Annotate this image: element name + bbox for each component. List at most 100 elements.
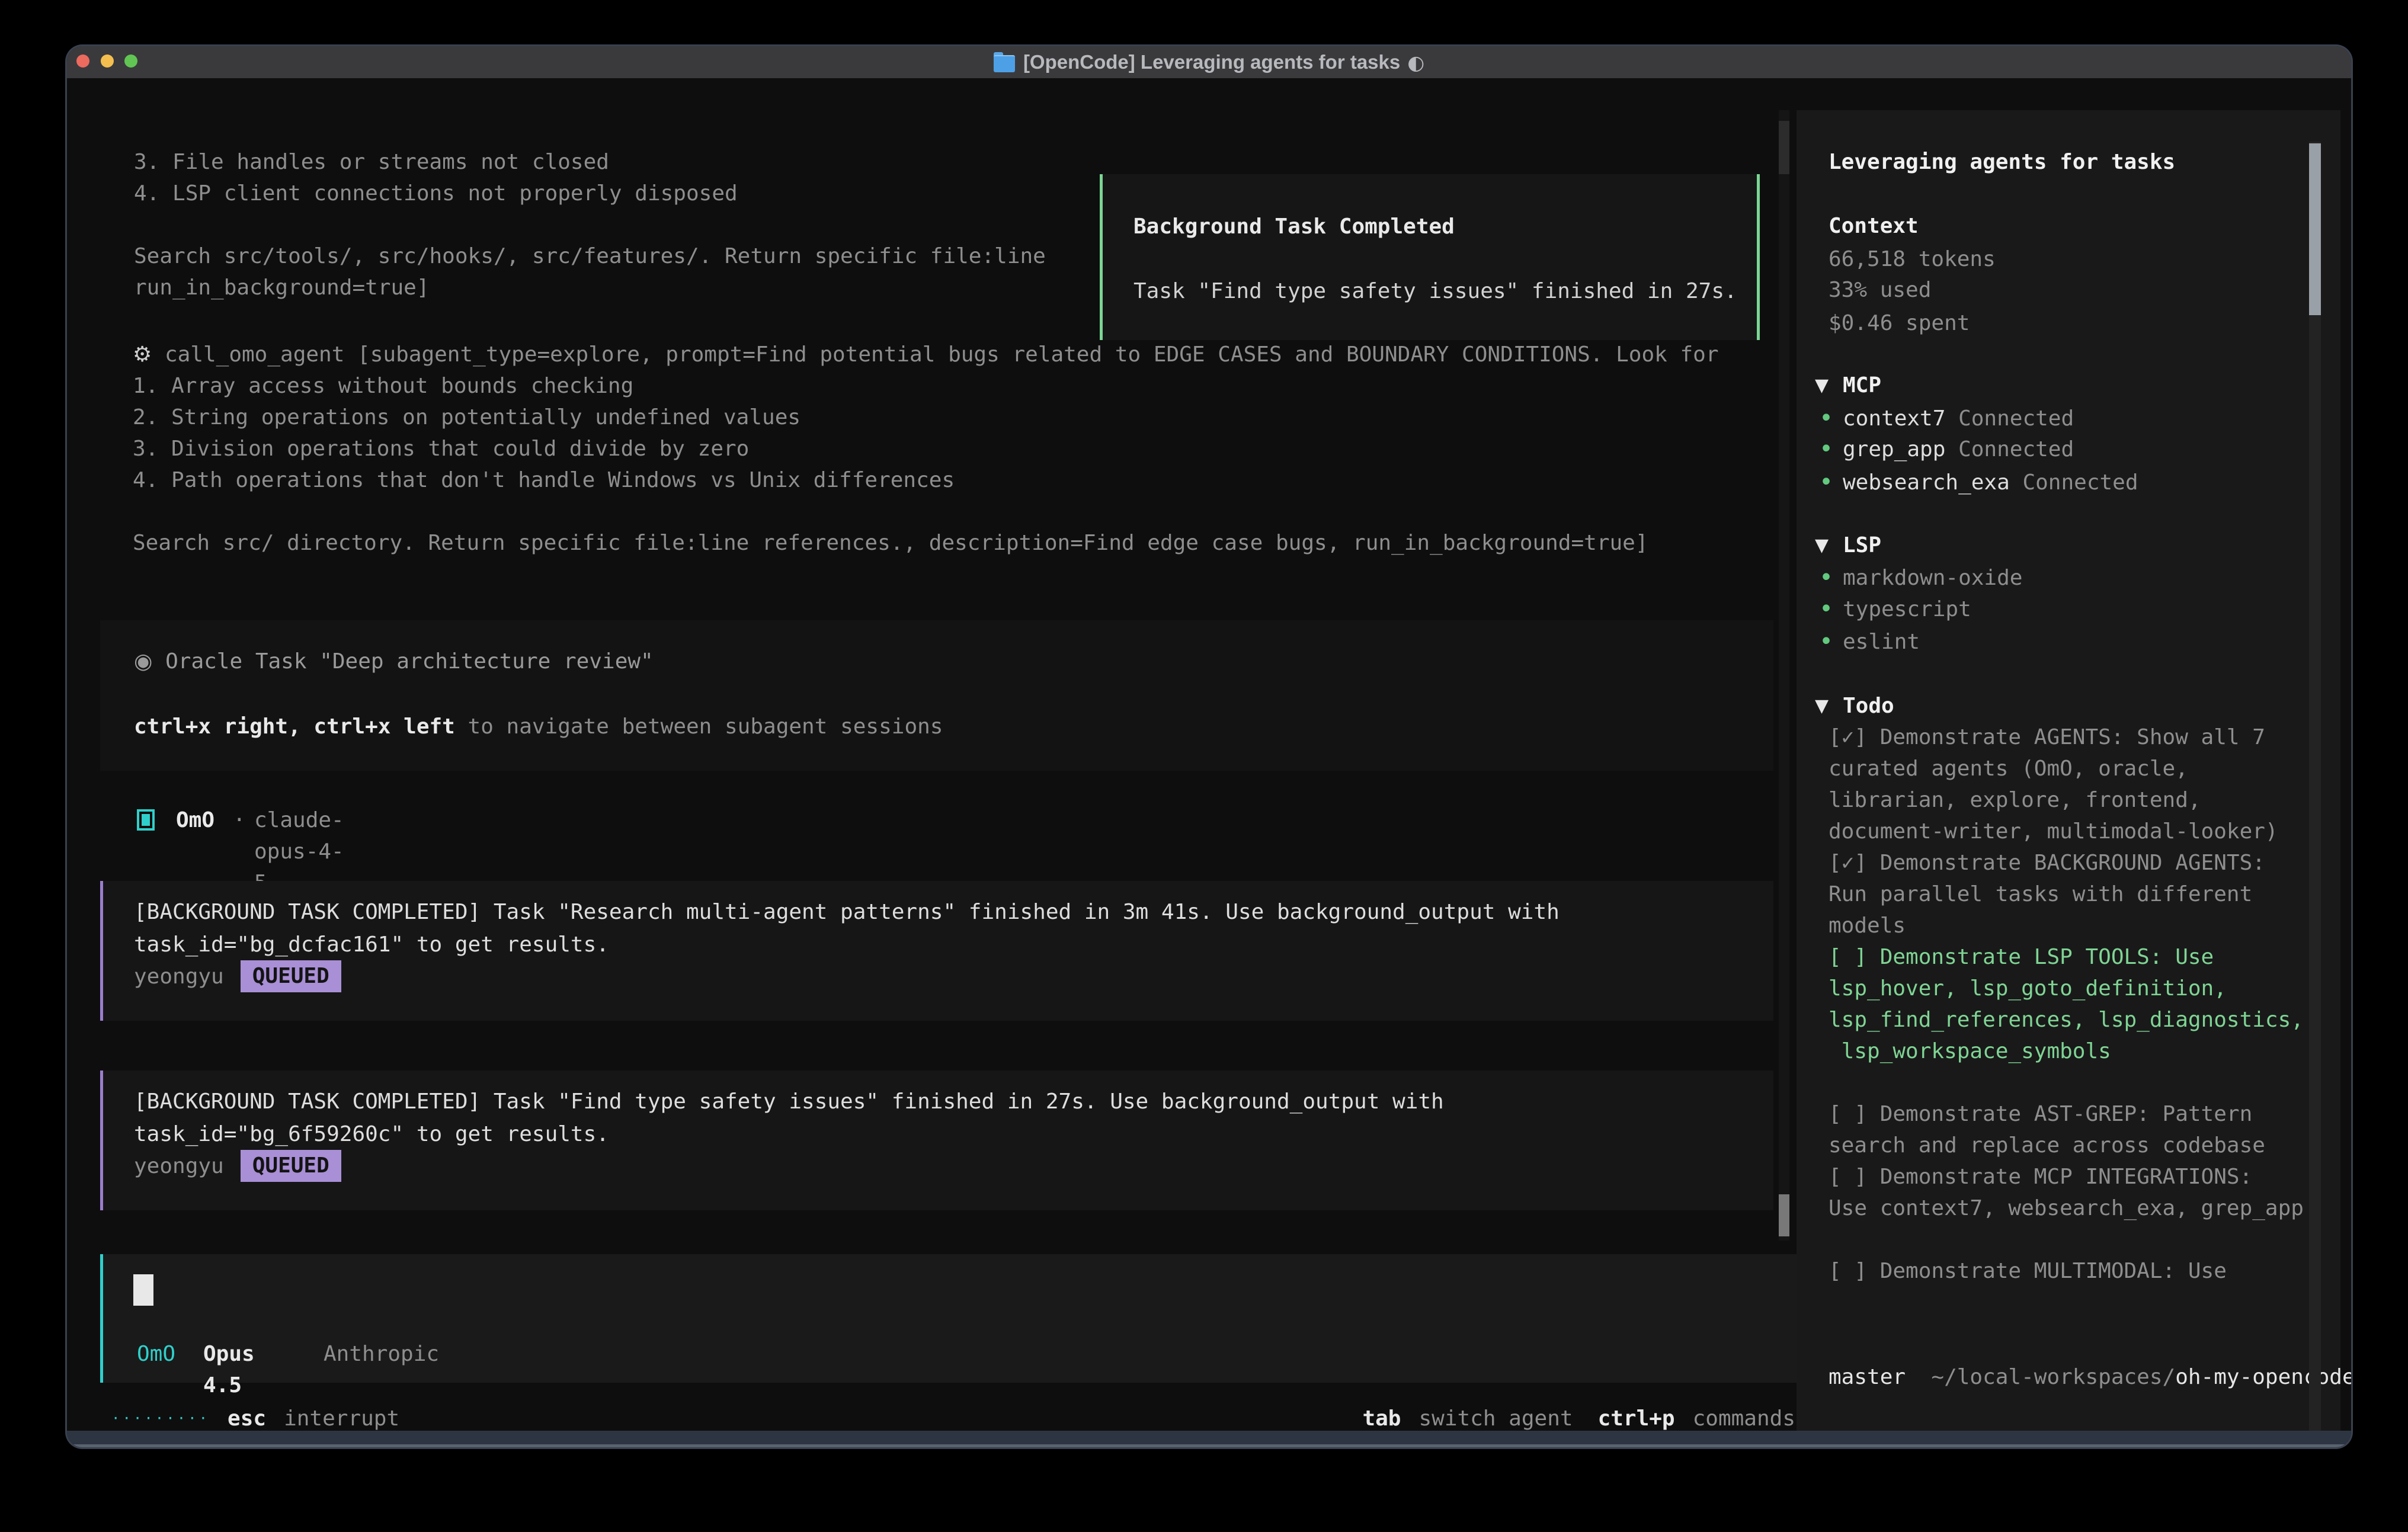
- todo-line: [✓] Demonstrate AGENTS: Show all 7: [1829, 722, 2265, 753]
- status-badge: QUEUED: [241, 1150, 341, 1182]
- background-task-message: [BACKGROUND TASK COMPLETED] Task "Resear…: [100, 881, 1773, 1021]
- oracle-task-title: Oracle Task "Deep architecture review": [165, 649, 654, 674]
- prompt-input[interactable]: OmO Opus 4.5 Anthropic: [100, 1254, 1798, 1383]
- mcp-heading: MCP: [1843, 370, 1881, 401]
- todo-line: document-writer, multimodal-looker): [1829, 816, 2278, 847]
- folder-icon: [994, 55, 1015, 71]
- bullet-icon: •: [1819, 403, 1831, 434]
- app-window: [OpenCode] Leveraging agents for tasks ◐…: [67, 46, 2351, 1447]
- todo-line: models: [1829, 910, 1906, 941]
- oracle-task-box: ◉ Oracle Task "Deep architecture review"…: [100, 620, 1773, 771]
- todo-line: [✓] Demonstrate BACKGROUND AGENTS:: [1829, 847, 2265, 879]
- workspace-path-prefix: ~/local-workspaces/: [1931, 1365, 2175, 1389]
- separator-dot: ·: [233, 805, 246, 836]
- mcp-item-name: grep_app: [1843, 437, 1945, 461]
- tab-key-hint: tab: [1362, 1403, 1401, 1434]
- lsp-item: markdown-oxide: [1843, 562, 2022, 594]
- chevron-down-icon[interactable]: ▼: [1815, 690, 1839, 722]
- context-used: 33% used: [1829, 274, 1931, 306]
- todo-heading: Todo: [1843, 690, 1894, 722]
- chat-line: 4. LSP client connections not properly d…: [134, 178, 1046, 209]
- todo-line: lsp_find_references, lsp_diagnostics,: [1829, 1004, 2304, 1036]
- mcp-item-name: context7: [1843, 406, 1945, 431]
- scrollbar-thumb[interactable]: [2309, 143, 2321, 315]
- window-titlebar: [OpenCode] Leveraging agents for tasks ◐: [67, 46, 2351, 78]
- oracle-hint-keys: ctrl+x right, ctrl+x left: [134, 714, 455, 739]
- session-sidebar: Leveraging agents for tasks Context 66,5…: [1797, 110, 2340, 1447]
- mcp-item-name: websearch_exa: [1843, 470, 2010, 495]
- context-spent: $0.46 spent: [1829, 307, 1970, 339]
- chat-scrollbar[interactable]: [1779, 110, 1789, 1241]
- todo-line: librarian, explore, frontend,: [1829, 784, 2201, 816]
- close-button[interactable]: [76, 55, 89, 68]
- tab-key-label: switch agent: [1418, 1403, 1573, 1434]
- background-task-message: [BACKGROUND TASK COMPLETED] Task "Find t…: [100, 1071, 1773, 1210]
- window-bottom-bezel: [67, 1431, 2351, 1447]
- input-agent-label: OmO: [137, 1338, 175, 1370]
- message-author: yeongyu: [134, 961, 224, 992]
- chat-line: Search src/tools/, src/hooks/, src/featu…: [134, 241, 1046, 272]
- chat-line: run_in_background=true]: [134, 272, 1046, 303]
- tool-call-line: 1. Array access without bounds checking: [133, 370, 1719, 402]
- tool-call-line: 3. Division operations that could divide…: [133, 433, 1719, 464]
- bullet-icon: •: [1819, 626, 1831, 658]
- mcp-item-status: Connected: [1958, 437, 2074, 461]
- lsp-item: eslint: [1843, 626, 1920, 658]
- bullet-icon: •: [1819, 594, 1831, 625]
- tool-call-line: Search src/ directory. Return specific f…: [133, 527, 1719, 559]
- scrollbar-thumb[interactable]: [1779, 121, 1789, 174]
- message-line: task_id="bg_dcfac161" to get results.: [134, 929, 609, 960]
- bullet-icon: •: [1819, 562, 1831, 594]
- todo-line: curated agents (OmO, oracle,: [1829, 753, 2188, 784]
- text-cursor: [133, 1274, 153, 1306]
- bullet-icon: •: [1819, 467, 1831, 498]
- todo-line: lsp_hover, lsp_goto_definition,: [1829, 973, 2227, 1004]
- zoom-button[interactable]: [124, 55, 137, 68]
- spinner-dots-icon: ·········: [111, 1403, 210, 1434]
- lsp-heading: LSP: [1843, 530, 1881, 561]
- chat-history-top: 3. File handles or streams not closed 4.…: [134, 146, 1046, 303]
- agent-name: OmO: [176, 805, 214, 836]
- progress-glyph-icon: ◐: [1407, 51, 1424, 74]
- message-line: [BACKGROUND TASK COMPLETED] Task "Find t…: [134, 1086, 1444, 1117]
- workspace-branch: master: [1829, 1361, 1906, 1393]
- agent-square-icon: [137, 809, 155, 831]
- workspace-repo: oh-my-opencode:: [2175, 1365, 2351, 1389]
- chevron-down-icon[interactable]: ▼: [1815, 530, 1839, 561]
- todo-line: search and replace across codebase: [1829, 1130, 2265, 1161]
- ctrlp-key-hint: ctrl+p: [1598, 1403, 1675, 1434]
- chevron-down-icon[interactable]: ▼: [1815, 370, 1839, 401]
- window-title: [OpenCode] Leveraging agents for tasks: [1023, 51, 1400, 73]
- mcp-item-status: Connected: [1958, 406, 2074, 431]
- chat-line: 3. File handles or streams not closed: [134, 146, 1046, 178]
- fisheye-icon: ◉: [134, 649, 152, 674]
- workspace-path: ~/local-workspaces/oh-my-opencode:: [1829, 1330, 2351, 1361]
- todo-line: Run parallel tasks with different: [1829, 879, 2252, 910]
- lsp-item: typescript: [1843, 594, 1971, 625]
- input-model-label: Opus 4.5: [203, 1338, 255, 1401]
- tool-call-line: call_omo_agent [subagent_type=explore, p…: [165, 342, 1719, 367]
- context-tokens: 66,518 tokens: [1829, 243, 1996, 275]
- toast-title: Background Task Completed: [1133, 211, 1455, 242]
- tool-call-line: [133, 496, 1719, 527]
- input-provider-label: Anthropic: [324, 1338, 439, 1370]
- background-task-toast: Background Task Completed Task "Find typ…: [1100, 174, 1760, 340]
- minimize-button[interactable]: [101, 55, 114, 68]
- todo-line: [ ] Demonstrate LSP TOOLS: Use: [1829, 941, 2214, 973]
- tool-call-line: 4. Path operations that don't handle Win…: [133, 464, 1719, 496]
- todo-line: [ ] Demonstrate MCP INTEGRATIONS:: [1829, 1161, 2252, 1193]
- esc-key-hint: esc: [228, 1403, 266, 1434]
- session-title: Leveraging agents for tasks: [1829, 146, 2175, 178]
- status-badge: QUEUED: [241, 960, 341, 992]
- sidebar-scrollbar[interactable]: [2309, 142, 2321, 1447]
- tool-call-line: 2. String operations on potentially unde…: [133, 402, 1719, 433]
- ctrlp-key-label: commands: [1693, 1403, 1795, 1434]
- todo-line: [ ] Demonstrate AST-GREP: Pattern: [1829, 1098, 2252, 1130]
- message-line: task_id="bg_6f59260c" to get results.: [134, 1118, 609, 1150]
- gear-icon: ⚙: [133, 342, 152, 367]
- scrollbar-thumb[interactable]: [1779, 1194, 1789, 1236]
- todo-line: Use context7, websearch_exa, grep_app: [1829, 1193, 2304, 1224]
- context-heading: Context: [1829, 210, 1919, 242]
- todo-line: lsp_workspace_symbols: [1829, 1036, 2111, 1067]
- message-author: yeongyu: [134, 1150, 224, 1182]
